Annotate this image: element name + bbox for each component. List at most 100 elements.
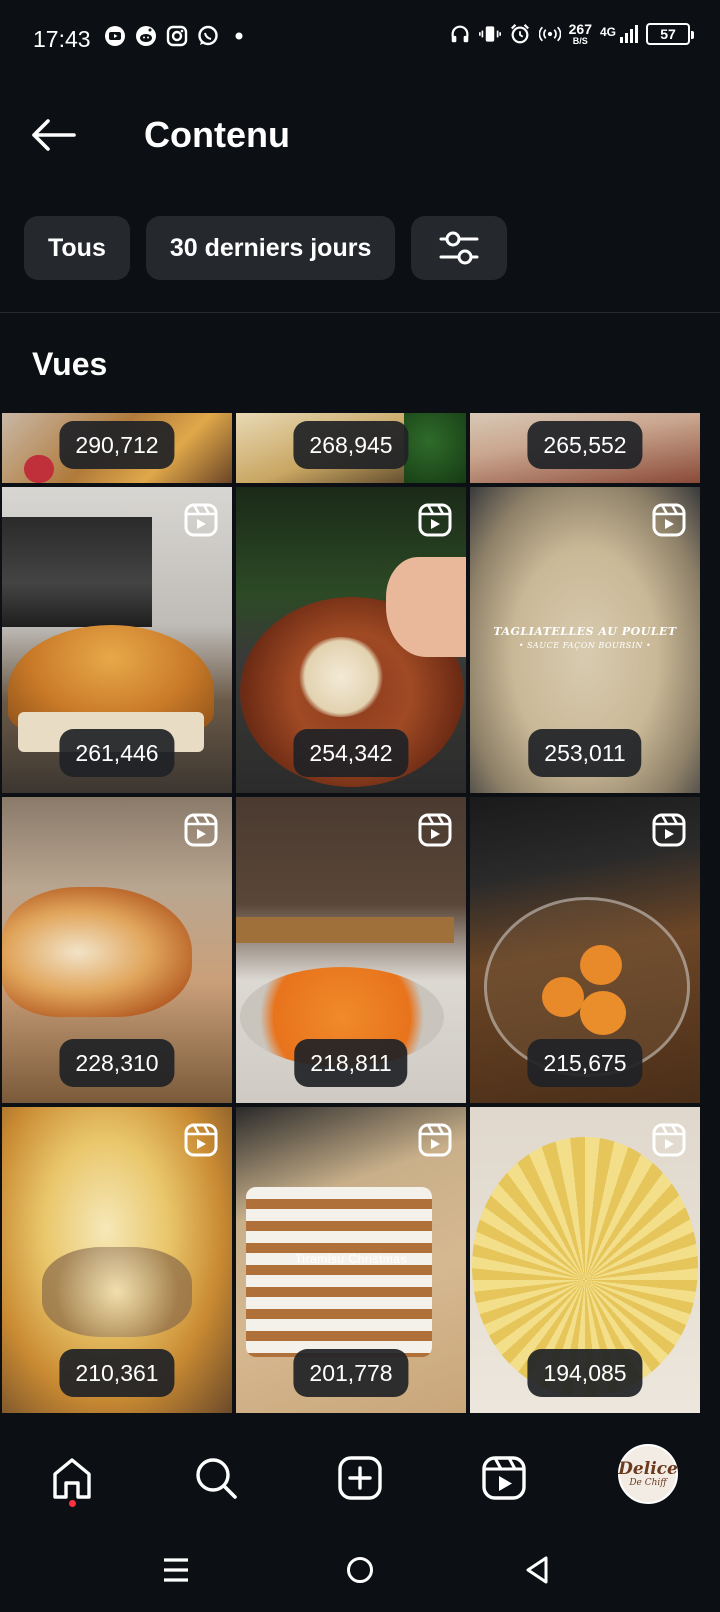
- section-title: Vues: [32, 346, 108, 382]
- page-title: Contenu: [144, 114, 290, 155]
- home-circle-icon: [347, 1557, 373, 1583]
- nav-create[interactable]: [330, 1448, 390, 1508]
- filter-settings-button[interactable]: [411, 216, 508, 280]
- whatsapp-icon: [197, 25, 219, 47]
- view-count: 201,778: [293, 1349, 409, 1397]
- arrow-left-icon: [32, 119, 76, 151]
- status-notification-icons: [104, 25, 250, 47]
- header: Contenu: [0, 100, 720, 170]
- overlay-title: Tiramisu Christmas: [295, 1252, 407, 1266]
- reel-icon: [418, 503, 452, 537]
- view-count: 254,342: [293, 729, 409, 777]
- content-tile[interactable]: 194,085: [470, 1107, 700, 1413]
- tile-thumbnail: [580, 991, 626, 1035]
- battery-icon: 57: [646, 23, 694, 45]
- tile-thumbnail: [386, 557, 466, 657]
- filter-bar: Tous 30 derniers jours: [24, 216, 508, 280]
- reel-icon: [184, 503, 218, 537]
- content-tile[interactable]: 290,712: [2, 413, 232, 483]
- recents-button[interactable]: [154, 1548, 198, 1592]
- hotspot-icon: [538, 23, 561, 45]
- sliders-icon: [439, 231, 479, 265]
- vibrate-icon: [478, 23, 501, 45]
- tile-thumbnail: [404, 413, 466, 483]
- instagram-icon: [166, 25, 188, 47]
- signal-icon: 4G: [600, 25, 638, 43]
- overlay-title: TAGLIATELLES AU POULET: [493, 625, 677, 638]
- content-tile[interactable]: 265,552: [470, 413, 700, 483]
- network-speed-value: 267: [568, 21, 592, 37]
- view-count: 218,811: [294, 1039, 408, 1087]
- content-tile[interactable]: 228,310: [2, 797, 232, 1103]
- bottom-nav: Delice De Chiff: [0, 1430, 720, 1526]
- tile-thumbnail: [580, 945, 622, 985]
- reels-icon: [482, 1456, 526, 1500]
- back-button[interactable]: [30, 112, 80, 158]
- nav-home[interactable]: [42, 1448, 102, 1508]
- system-nav-bar: [0, 1526, 720, 1612]
- view-count: 290,712: [59, 421, 175, 469]
- view-count: 228,310: [59, 1039, 175, 1087]
- divider: [0, 312, 720, 313]
- dot-icon: [228, 25, 250, 47]
- content-tile[interactable]: 215,675: [470, 797, 700, 1103]
- reel-icon: [184, 1123, 218, 1157]
- network-type: 4G: [599, 25, 616, 39]
- status-time: 17:43: [33, 26, 91, 52]
- content-tile[interactable]: 218,811: [236, 797, 466, 1103]
- battery-level: 57: [660, 26, 676, 42]
- overlay-subtitle: • SAUCE FAÇON BOURSIN •: [518, 641, 652, 650]
- content-tile[interactable]: 261,446: [2, 487, 232, 793]
- content-grid: 290,712 268,945 265,552 261,446 254,342 …: [0, 413, 720, 1430]
- nav-search[interactable]: [186, 1448, 246, 1508]
- view-count: 265,552: [527, 421, 643, 469]
- view-count: 268,945: [293, 421, 409, 469]
- view-count: 210,361: [59, 1349, 175, 1397]
- view-count: 261,446: [59, 729, 175, 777]
- avatar-logo-text: Delice: [618, 1458, 678, 1479]
- filter-period-chip[interactable]: 30 derniers jours: [145, 216, 396, 280]
- headphones-icon: [449, 23, 471, 45]
- content-tile[interactable]: 268,945: [236, 413, 466, 483]
- network-speed: 267 B/S: [569, 22, 592, 46]
- reel-icon: [418, 813, 452, 847]
- alarm-icon: [509, 23, 531, 45]
- create-icon: [338, 1456, 382, 1500]
- network-speed-unit: B/S: [572, 36, 588, 46]
- avatar-logo-subtext: De Chiff: [629, 1477, 667, 1488]
- content-tile[interactable]: Tiramisu Christmas 201,778: [236, 1107, 466, 1413]
- system-home-button[interactable]: [338, 1548, 382, 1592]
- view-count: 253,011: [528, 729, 642, 777]
- tile-thumbnail: [236, 917, 454, 943]
- content-tile[interactable]: TAGLIATELLES AU POULET • SAUCE FAÇON BOU…: [470, 487, 700, 793]
- nav-reels[interactable]: [474, 1448, 534, 1508]
- tile-thumbnail: [296, 637, 386, 717]
- tile-thumbnail: [2, 517, 152, 627]
- notification-dot: [69, 1500, 76, 1507]
- reddit-icon: [135, 25, 157, 47]
- view-count: 215,675: [527, 1039, 643, 1087]
- reel-icon: [184, 813, 218, 847]
- status-bar: 17:43 267 B/S 4G 57: [0, 0, 720, 80]
- content-tile[interactable]: 210,361: [2, 1107, 232, 1413]
- tile-thumbnail: [24, 455, 54, 483]
- tile-thumbnail: [42, 1247, 192, 1337]
- view-count: 194,085: [527, 1349, 643, 1397]
- filter-all-chip[interactable]: Tous: [24, 216, 130, 280]
- youtube-icon: [104, 25, 126, 47]
- content-tile[interactable]: 254,342: [236, 487, 466, 793]
- tile-thumbnail: [2, 887, 192, 1017]
- recents-icon: [164, 1558, 188, 1582]
- reel-icon: [652, 503, 686, 537]
- search-icon: [196, 1458, 237, 1499]
- reel-icon: [652, 1123, 686, 1157]
- reel-icon: [652, 813, 686, 847]
- system-back-button[interactable]: [516, 1548, 560, 1592]
- back-triangle-icon: [526, 1556, 548, 1584]
- home-icon: [53, 1458, 91, 1499]
- profile-avatar[interactable]: Delice De Chiff: [618, 1444, 678, 1504]
- tile-thumbnail: [542, 977, 584, 1017]
- tile-thumbnail: [246, 1187, 432, 1357]
- reel-icon: [418, 1123, 452, 1157]
- status-system-icons: 267 B/S 4G 57: [449, 22, 694, 46]
